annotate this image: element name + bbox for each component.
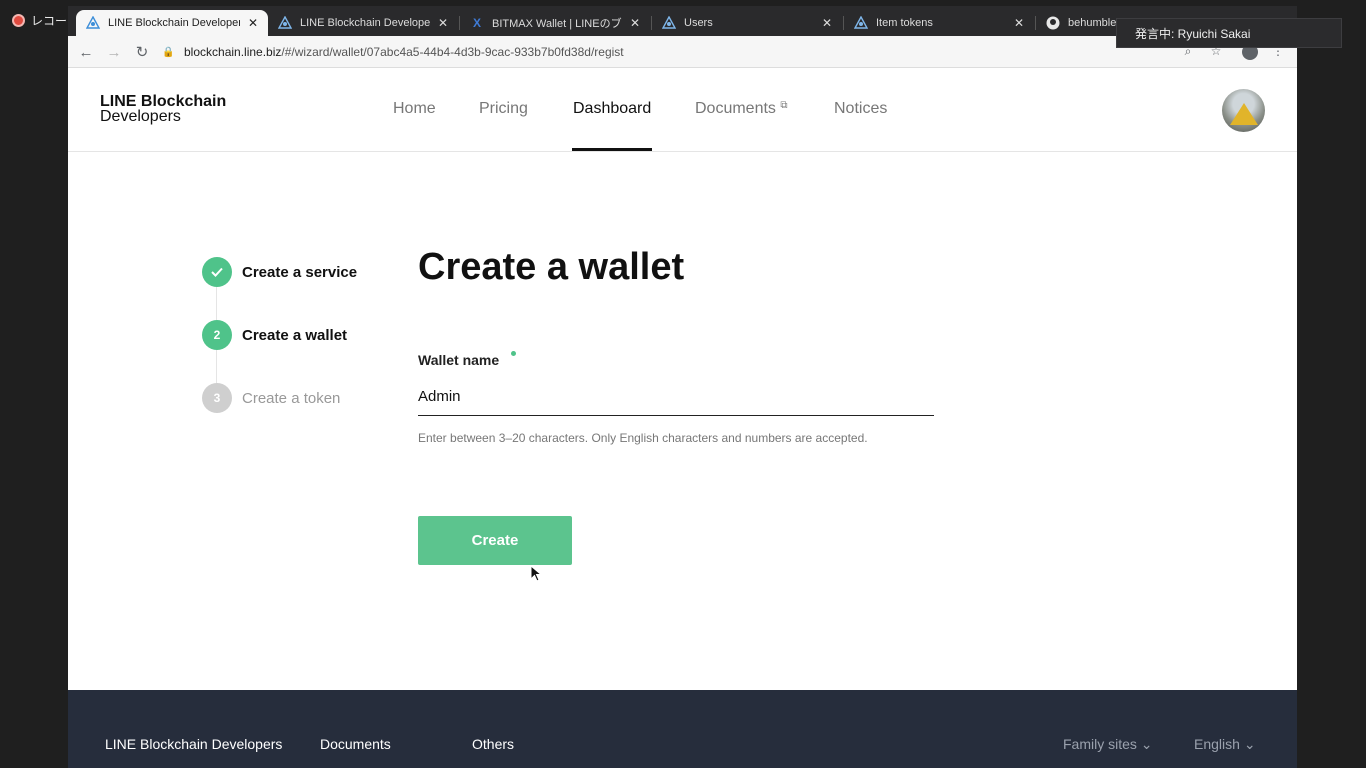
bitmax-icon: X — [472, 16, 481, 30]
close-icon[interactable]: ✕ — [436, 16, 450, 30]
screen: レコーデ LINE Blockchain Developers ✕ LINE B… — [0, 0, 1366, 768]
footer-col-others[interactable]: Others — [472, 736, 514, 752]
step-connector — [216, 350, 217, 383]
footer-col-documents[interactable]: Documents — [320, 736, 391, 752]
family-sites-label: Family sites — [1063, 736, 1137, 752]
mouse-cursor-icon — [530, 565, 542, 582]
tab-label: Item tokens — [876, 17, 933, 29]
nav-notices[interactable]: Notices — [834, 100, 887, 118]
footer-col-developers[interactable]: LINE Blockchain Developers — [105, 736, 282, 752]
github-icon — [1046, 16, 1060, 30]
chevron-down-icon: ⌄ — [1243, 736, 1256, 752]
avatar[interactable] — [1222, 89, 1265, 132]
step-label-create-token: Create a token — [242, 390, 341, 407]
tab-label: Users — [684, 17, 713, 29]
active-nav-underline — [572, 148, 652, 151]
site-header: LINE Blockchain Developers Home Pricing … — [68, 68, 1297, 152]
step-done-check — [202, 257, 232, 287]
wallet-name-label: Wallet name — [418, 352, 500, 368]
chevron-down-icon: ⌄ — [1140, 736, 1153, 752]
create-button[interactable]: Create — [418, 516, 572, 565]
step-label-create-wallet: Create a wallet — [242, 327, 348, 344]
nav-dashboard[interactable]: Dashboard — [573, 100, 651, 118]
speaker-overlay: 発言中: Ryuichi Sakai — [1116, 18, 1342, 48]
browser-toolbar: ← → ↻ 🔒 blockchain.line.biz/#/wizard/wal… — [68, 36, 1297, 68]
step-label-create-service: Create a service — [242, 264, 358, 281]
family-sites-select[interactable]: Family sites ⌄ — [1063, 736, 1153, 753]
address-bar[interactable]: 🔒 blockchain.line.biz/#/wizard/wallet/07… — [162, 40, 1252, 64]
nav-documents-label: Documents — [695, 100, 776, 117]
url-path: /#/wizard/wallet/07abc4a5-44b4-4d3b-9cac… — [281, 45, 624, 59]
tab-line-blockchain-2[interactable]: LINE Blockchain Developers ✕ — [268, 10, 458, 36]
step-3-indicator: 3 — [202, 383, 232, 413]
page: LINE Blockchain Developers Home Pricing … — [68, 68, 1297, 768]
site-logo[interactable]: LINE Blockchain Developers — [100, 93, 227, 125]
forward-icon[interactable]: → — [104, 42, 124, 62]
tab-users[interactable]: Users ✕ — [652, 10, 842, 36]
line-blockchain-icon — [278, 16, 292, 30]
close-icon[interactable]: ✕ — [246, 16, 260, 30]
step-connector — [216, 287, 217, 320]
tab-label: BITMAX Wallet | LINEのブロ — [492, 18, 622, 30]
back-icon[interactable]: ← — [76, 42, 96, 62]
browser-window: LINE Blockchain Developers ✕ LINE Blockc… — [68, 6, 1297, 768]
line-blockchain-icon — [854, 16, 868, 30]
url-host: blockchain.line.biz — [184, 45, 282, 59]
close-icon[interactable]: ✕ — [628, 16, 642, 30]
tab-strip: LINE Blockchain Developers ✕ LINE Blockc… — [68, 6, 1297, 36]
external-link-icon: ⧉ — [780, 100, 788, 111]
wallet-name-input[interactable] — [418, 378, 934, 416]
line-blockchain-icon — [86, 16, 100, 30]
nav-home[interactable]: Home — [393, 100, 436, 118]
close-icon[interactable]: ✕ — [820, 16, 834, 30]
record-icon — [12, 14, 25, 27]
logo-line2: Developers — [100, 108, 181, 125]
required-indicator — [511, 351, 516, 356]
reload-icon[interactable]: ↻ — [132, 42, 152, 62]
nav-documents[interactable]: Documents ⧉ — [695, 100, 788, 118]
tab-bitmax-wallet[interactable]: X BITMAX Wallet | LINEのブロ ✕ — [460, 10, 650, 36]
site-footer: LINE Blockchain Developers Documents Oth… — [68, 690, 1297, 768]
tab-line-blockchain-1[interactable]: LINE Blockchain Developers ✕ — [76, 10, 268, 36]
wallet-name-hint: Enter between 3–20 characters. Only Engl… — [418, 431, 868, 445]
tab-label: LINE Blockchain Developers — [108, 17, 240, 29]
logo-line1: LINE Blockchain — [100, 93, 227, 110]
page-title: Create a wallet — [418, 246, 685, 288]
language-select[interactable]: English ⌄ — [1194, 736, 1256, 753]
line-blockchain-icon — [662, 16, 676, 30]
step-2-indicator: 2 — [202, 320, 232, 350]
tab-item-tokens[interactable]: Item tokens ✕ — [844, 10, 1034, 36]
nav-pricing[interactable]: Pricing — [479, 100, 528, 118]
lock-icon: 🔒 — [162, 46, 175, 58]
tab-label: LINE Blockchain Developers — [300, 17, 430, 29]
language-label: English — [1194, 736, 1240, 752]
check-icon — [211, 267, 223, 277]
close-icon[interactable]: ✕ — [1012, 16, 1026, 30]
